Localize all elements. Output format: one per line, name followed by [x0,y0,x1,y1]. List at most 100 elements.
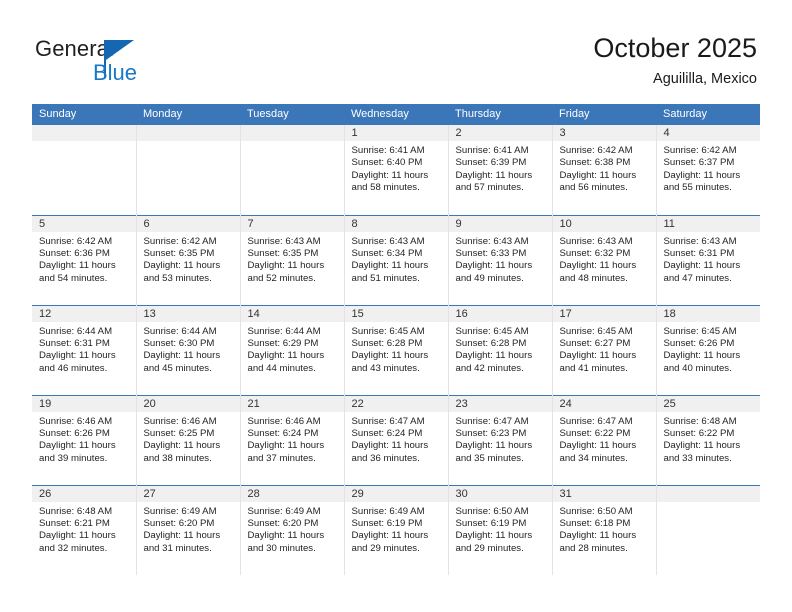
sunrise-text: Sunrise: 6:42 AM [559,145,633,156]
day-number: 26 [32,485,136,502]
daylight-text-line2: and 38 minutes. [143,452,212,464]
daylight-text-line1: Daylight: 11 hours [247,350,325,362]
calendar-day-cell[interactable]: 17 Sunrise: 6:45 AM Sunset: 6:27 PM Dayligh… [551,304,656,395]
day-number: 23 [448,395,552,412]
day-details: Sunrise: 6:48 AM Sunset: 6:21 PM Daylight:… [32,502,136,556]
sunrise-text: Sunrise: 6:44 AM [143,325,217,337]
calendar-day-cell[interactable]: 23 Sunrise: 6:47 AM Sunset: 6:23 PM Dayligh… [447,394,552,485]
day-number: 11 [656,215,760,232]
daylight-text-line2: and 54 minutes. [39,272,108,284]
sunrise-text: Sunrise: 6:42 AM [39,235,113,247]
day-number: 25 [656,395,760,412]
daylight-text-line1: Daylight: 11 hours [39,440,116,452]
day-number: 22 [344,395,448,412]
calendar-day-cell[interactable]: 18 Sunrise: 6:45 AM Sunset: 6:26 PM Dayligh… [655,304,760,395]
sunset-text: Sunset: 6:23 PM [455,427,527,439]
page-header: General Blue October 2025 Aguililla, Mex… [0,0,792,104]
calendar-day-cell[interactable]: 1 Sunrise: 6:41 AM Sunset: 6:40 PM Daylight… [343,125,448,215]
sunrise-text: Sunrise: 6:50 AM [455,505,529,517]
daylight-text-line1: Daylight: 11 hours [143,530,221,542]
day-number: 18 [656,305,760,322]
sunset-text: Sunset: 6:33 PM [455,247,527,259]
day-details: Sunrise: 6:44 AM Sunset: 6:30 PM Daylight:… [137,322,240,376]
calendar-day-cell[interactable]: 27 Sunrise: 6:49 AM Sunset: 6:20 PM Dayligh… [135,484,240,575]
general-blue-logo[interactable]: General Blue [35,36,215,92]
calendar-day-cell[interactable]: 26 Sunrise: 6:48 AM Sunset: 6:21 PM Dayligh… [32,484,136,575]
sunset-text: Sunset: 6:31 PM [39,337,110,349]
daylight-text-line1: Daylight: 11 hours [143,440,221,452]
calendar-day-cell[interactable]: 13 Sunrise: 6:44 AM Sunset: 6:30 PM Dayligh… [135,304,240,395]
calendar-week-row: 19 Sunrise: 6:46 AM Sunset: 6:26 PM Dayligh… [32,394,761,485]
day-number: 13 [136,305,240,322]
daylight-text-line1: Daylight: 11 hours [663,350,741,362]
calendar-day-cell[interactable]: 15 Sunrise: 6:45 AM Sunset: 6:28 PM Dayligh… [343,304,448,395]
calendar-day-cell[interactable]: 31 Sunrise: 6:50 AM Sunset: 6:18 PM Dayligh… [551,484,656,575]
sunrise-text: Sunrise: 6:43 AM [247,235,321,247]
calendar-day-cell[interactable]: 30 Sunrise: 6:50 AM Sunset: 6:19 PM Dayligh… [447,484,552,575]
daylight-text-line2: and 48 minutes. [559,272,628,284]
daylight-text-line1: Daylight: 11 hours [455,530,533,542]
day-details: Sunrise: 6:48 AM Sunset: 6:22 PM Daylight:… [657,412,761,466]
sunrise-text: Sunrise: 6:47 AM [351,415,425,427]
calendar-day-cell[interactable]: 29 Sunrise: 6:49 AM Sunset: 6:19 PM Dayligh… [343,484,448,575]
sunset-text: Sunset: 6:27 PM [559,337,631,349]
daylight-text-line2: and 37 minutes. [247,452,316,464]
calendar-day-cell[interactable]: 10 Sunrise: 6:43 AM Sunset: 6:32 PM Dayligh… [551,214,656,305]
weekday-header-monday: Monday [136,104,240,125]
calendar-day-cell[interactable]: 22 Sunrise: 6:47 AM Sunset: 6:24 PM Dayligh… [343,394,448,485]
calendar-day-cell[interactable]: 11 Sunrise: 6:43 AM Sunset: 6:31 PM Dayligh… [655,214,760,305]
sunrise-text: Sunrise: 6:49 AM [247,505,321,517]
sunset-text: Sunset: 6:28 PM [455,337,527,349]
sunset-text: Sunset: 6:32 PM [559,247,631,259]
day-number [32,125,136,141]
sunset-text: Sunset: 6:35 PM [143,247,215,259]
day-details: Sunrise: 6:46 AM Sunset: 6:26 PM Daylight:… [32,412,136,466]
day-number: 10 [552,215,656,232]
calendar-day-cell[interactable]: 3 Sunrise: 6:42 AM Sunset: 6:38 PM Daylight… [551,125,656,215]
sunset-text: Sunset: 6:39 PM [455,157,527,169]
sunset-text: Sunset: 6:22 PM [663,427,735,439]
sunset-text: Sunset: 6:37 PM [663,157,735,169]
page-title: October 2025 [593,33,757,63]
calendar-day-cell[interactable]: 16 Sunrise: 6:45 AM Sunset: 6:28 PM Dayligh… [447,304,552,395]
sunset-text: Sunset: 6:22 PM [559,427,631,439]
sunrise-text: Sunrise: 6:45 AM [351,325,425,337]
calendar-day-cell[interactable]: 25 Sunrise: 6:48 AM Sunset: 6:22 PM Dayligh… [655,394,761,485]
daylight-text-line1: Daylight: 11 hours [39,530,116,542]
day-details: Sunrise: 6:44 AM Sunset: 6:29 PM Daylight:… [241,322,344,376]
calendar-day-cell[interactable]: 2 Sunrise: 6:41 AM Sunset: 6:39 PM Daylight… [447,125,552,215]
sunrise-text: Sunrise: 6:41 AM [455,145,529,156]
sunset-text: Sunset: 6:31 PM [663,247,735,259]
calendar-day-cell[interactable]: 8 Sunrise: 6:43 AM Sunset: 6:34 PM Daylight… [343,214,448,305]
day-details: Sunrise: 6:43 AM Sunset: 6:32 PM Daylight:… [553,232,656,286]
calendar-day-cell[interactable]: 24 Sunrise: 6:47 AM Sunset: 6:22 PM Dayligh… [551,394,656,485]
calendar-day-cell[interactable]: 6 Sunrise: 6:42 AM Sunset: 6:35 PM Daylight… [135,214,240,305]
daylight-text-line1: Daylight: 11 hours [663,260,741,272]
day-details: Sunrise: 6:45 AM Sunset: 6:28 PM Daylight:… [449,322,552,376]
calendar-day-cell[interactable]: 14 Sunrise: 6:44 AM Sunset: 6:29 PM Dayligh… [239,304,344,395]
calendar-day-cell[interactable]: 4 Sunrise: 6:42 AM Sunset: 6:37 PM Daylight… [655,125,760,215]
day-details: Sunrise: 6:50 AM Sunset: 6:18 PM Daylight:… [553,502,656,556]
daylight-text-line2: and 42 minutes. [455,362,524,374]
sunrise-text: Sunrise: 6:44 AM [39,325,113,337]
day-details: Sunrise: 6:50 AM Sunset: 6:19 PM Daylight:… [449,502,552,556]
daylight-text-line1: Daylight: 11 hours [559,440,637,452]
daylight-text-line2: and 29 minutes. [455,542,524,554]
calendar-week-row: 12 Sunrise: 6:44 AM Sunset: 6:31 PM Dayligh… [32,304,760,395]
calendar-week-row: 26 Sunrise: 6:48 AM Sunset: 6:21 PM Dayligh… [32,484,760,575]
day-details: Sunrise: 6:49 AM Sunset: 6:20 PM Daylight:… [137,502,240,556]
calendar-day-cell[interactable]: 21 Sunrise: 6:46 AM Sunset: 6:24 PM Dayligh… [239,394,344,485]
day-number: 24 [552,395,656,412]
calendar-day-cell[interactable]: 9 Sunrise: 6:43 AM Sunset: 6:33 PM Daylight… [447,214,552,305]
calendar-day-cell[interactable]: 5 Sunrise: 6:42 AM Sunset: 6:36 PM Daylight… [32,214,136,305]
calendar-day-cell[interactable]: 7 Sunrise: 6:43 AM Sunset: 6:35 PM Daylight… [239,214,344,305]
day-number: 3 [552,125,656,141]
calendar-day-cell[interactable]: 12 Sunrise: 6:44 AM Sunset: 6:31 PM Dayligh… [32,304,136,395]
sunrise-text: Sunrise: 6:45 AM [663,325,737,337]
daylight-text-line2: and 31 minutes. [143,542,212,554]
sunset-text: Sunset: 6:30 PM [143,337,215,349]
calendar-day-cell[interactable]: 28 Sunrise: 6:49 AM Sunset: 6:20 PM Dayligh… [239,484,344,575]
calendar-day-cell[interactable]: 20 Sunrise: 6:46 AM Sunset: 6:25 PM Dayligh… [135,394,240,485]
calendar-day-cell[interactable]: 19 Sunrise: 6:46 AM Sunset: 6:26 PM Dayligh… [32,394,136,485]
calendar-header-row: Sunday Monday Tuesday Wednesday Thursday… [32,104,760,125]
